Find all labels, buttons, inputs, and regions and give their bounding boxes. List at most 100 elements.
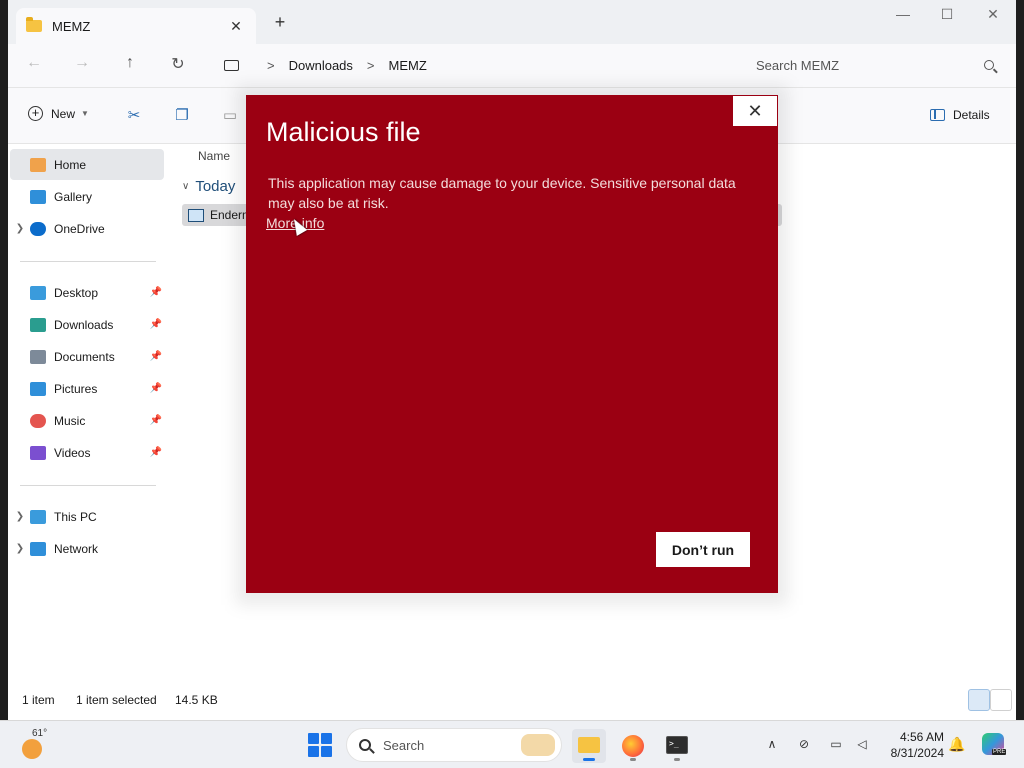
minimize-button[interactable]: —: [888, 6, 918, 22]
gallery-icon: [30, 189, 46, 204]
search-input[interactable]: Search MEMZ: [744, 50, 1006, 80]
copilot-badge: PRE: [992, 749, 1007, 755]
search-icon: [359, 739, 371, 751]
chevron-up-icon[interactable]: ∧: [764, 736, 780, 752]
sidebar-item-downloads[interactable]: Downloads 📌: [10, 309, 164, 340]
pin-icon: 📌: [149, 447, 162, 458]
sidebar-item-desktop[interactable]: Desktop 📌: [10, 277, 164, 308]
volume-icon[interactable]: ◁: [854, 736, 870, 752]
sidebar-item-videos[interactable]: Videos 📌: [10, 437, 164, 468]
chevron-right-icon[interactable]: ❯: [10, 543, 30, 554]
display-icon[interactable]: ▭: [828, 736, 844, 752]
sidebar-item-network[interactable]: ❯ Network: [10, 533, 164, 564]
weather-sun-icon: [22, 739, 42, 759]
chevron-right-icon[interactable]: >: [367, 58, 375, 73]
selection-count: 1 item selected: [76, 693, 157, 707]
sidebar-item-pictures[interactable]: Pictures 📌: [10, 373, 164, 404]
group-header-today[interactable]: ∨ Today: [182, 178, 235, 195]
system-clock[interactable]: 4:56 AM 8/31/2024: [880, 729, 944, 761]
navigation-pane: Home Gallery ❯ OneDrive Desktop 📌 Downlo…: [8, 144, 172, 684]
dialog-title: Malicious file: [266, 117, 421, 147]
this-pc-icon: [30, 509, 46, 524]
network-off-icon[interactable]: ⊘: [796, 736, 812, 752]
sidebar-item-onedrive[interactable]: ❯ OneDrive: [10, 213, 164, 244]
title-bar: MEMZ ✕ + — ☐ ✕: [8, 0, 1016, 44]
clock-date: 8/31/2024: [890, 746, 944, 760]
column-header-name[interactable]: Name: [198, 149, 230, 163]
details-button[interactable]: Details: [930, 108, 990, 122]
sidebar-item-label: Desktop: [54, 285, 99, 300]
divider: [20, 485, 156, 486]
application-icon: [188, 208, 204, 222]
details-view-icon[interactable]: [968, 689, 990, 711]
sidebar-item-home[interactable]: Home: [10, 149, 164, 180]
close-dialog-button[interactable]: ✕: [732, 95, 778, 127]
selection-size: 14.5 KB: [175, 693, 218, 707]
status-bar: 1 item 1 item selected 14.5 KB: [8, 688, 1016, 714]
cut-icon[interactable]: ✂: [124, 106, 144, 126]
details-pane-icon: [930, 109, 945, 121]
maximize-button[interactable]: ☐: [932, 6, 962, 23]
onedrive-icon: [30, 221, 46, 236]
folder-icon: [26, 17, 42, 32]
chevron-right-icon[interactable]: >: [267, 58, 275, 73]
close-window-button[interactable]: ✕: [978, 6, 1008, 23]
sidebar-item-music[interactable]: Music 📌: [10, 405, 164, 436]
tiles-view-icon[interactable]: [990, 689, 1012, 711]
dialog-message: This application may cause damage to you…: [268, 175, 736, 211]
breadcrumb-memz[interactable]: MEMZ: [389, 58, 427, 73]
sidebar-item-this-pc[interactable]: ❯ This PC: [10, 501, 164, 532]
chevron-right-icon[interactable]: ❯: [10, 223, 30, 234]
notification-bell-icon[interactable]: 🔔: [948, 736, 965, 753]
documents-icon: [30, 349, 46, 364]
new-tab-button[interactable]: +: [270, 12, 290, 33]
chevron-right-icon[interactable]: ❯: [10, 511, 30, 522]
tab-close-icon[interactable]: ✕: [226, 18, 246, 35]
weather-widget[interactable]: 61°: [20, 728, 50, 759]
taskbar-file-explorer[interactable]: [572, 729, 606, 763]
new-label: New: [51, 106, 76, 121]
weather-temperature: 61°: [32, 728, 48, 739]
breadcrumb[interactable]: > Downloads > MEMZ: [212, 50, 732, 80]
plus-icon: +: [28, 106, 43, 121]
clock-time: 4:56 AM: [899, 730, 944, 744]
sidebar-item-label: Documents: [54, 349, 115, 364]
sidebar-item-label: Gallery: [54, 189, 93, 204]
taskbar-terminal[interactable]: >_: [660, 729, 694, 763]
sidebar-item-label: Pictures: [54, 381, 98, 396]
up-arrow-icon[interactable]: ↑: [118, 54, 142, 76]
group-label: Today: [195, 178, 236, 195]
home-icon: [30, 157, 46, 172]
search-highlight-icon: [521, 734, 555, 756]
refresh-icon[interactable]: ↻: [166, 54, 190, 76]
divider: [20, 261, 156, 262]
firefox-icon: [622, 735, 644, 757]
sidebar-item-label: OneDrive: [54, 221, 105, 236]
forward-arrow-icon[interactable]: →: [70, 54, 94, 76]
downloads-icon: [30, 317, 46, 332]
smartscreen-dialog: ✕ Malicious file This application may ca…: [246, 95, 778, 593]
details-label: Details: [953, 108, 990, 122]
back-arrow-icon[interactable]: ←: [22, 54, 46, 76]
copy-icon[interactable]: ❐: [172, 106, 192, 126]
sidebar-item-documents[interactable]: Documents 📌: [10, 341, 164, 372]
new-button[interactable]: + New ▼: [28, 106, 89, 121]
sidebar-item-label: Network: [54, 541, 99, 556]
chevron-down-icon: ▼: [81, 109, 89, 118]
taskbar-search[interactable]: Search: [346, 728, 562, 762]
start-button[interactable]: [308, 733, 332, 757]
chevron-down-icon: ∨: [182, 181, 190, 192]
breadcrumb-downloads[interactable]: Downloads: [289, 58, 353, 73]
pin-icon: 📌: [149, 383, 162, 394]
sidebar-item-gallery[interactable]: Gallery: [10, 181, 164, 212]
taskbar: 61° Search >_ ∧ ⊘ ▭ ◁ 4:56 AM 8/31/2024 …: [0, 720, 1024, 768]
item-count: 1 item: [22, 693, 55, 707]
dont-run-button[interactable]: Don’t run: [656, 532, 750, 567]
tab-memz[interactable]: MEMZ ✕: [16, 8, 256, 44]
tab-title: MEMZ: [52, 18, 91, 34]
taskbar-firefox[interactable]: [616, 729, 650, 763]
search-placeholder: Search MEMZ: [756, 57, 840, 73]
network-icon: [30, 541, 46, 556]
sidebar-item-label: Home: [54, 157, 87, 172]
sidebar-item-label: This PC: [54, 509, 97, 524]
